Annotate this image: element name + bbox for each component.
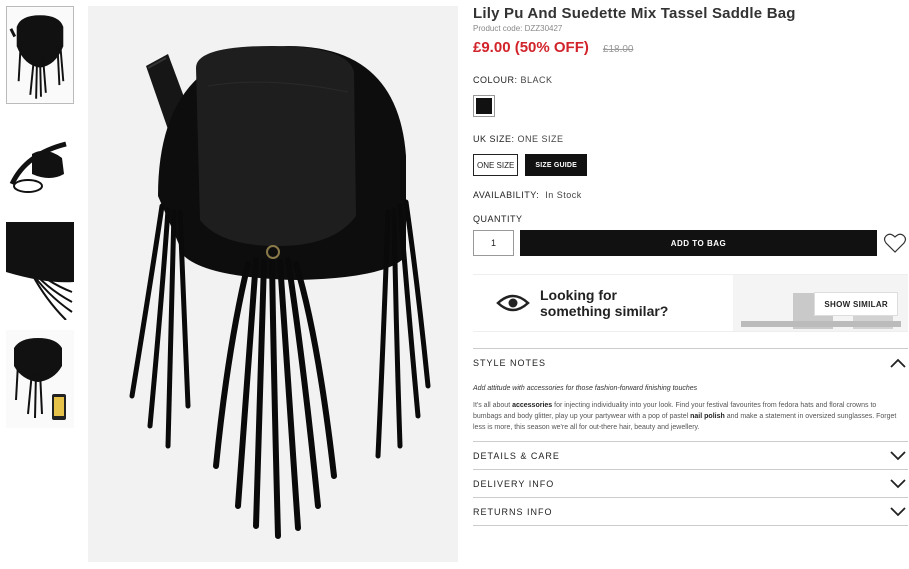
returns-info-section[interactable]: RETURNS INFO	[473, 497, 908, 526]
availability-label: AVAILABILITY:	[473, 190, 540, 200]
thumbnail-list	[6, 6, 74, 438]
accordion-title: RETURNS INFO	[473, 506, 553, 517]
product-code: Product code: DZZ30427	[473, 24, 563, 33]
thumbnail-image	[7, 7, 73, 103]
colour-swatch-black[interactable]	[473, 95, 495, 117]
thumbnail-3[interactable]	[6, 222, 74, 320]
style-notes-paragraph: It's all about accessories for injecting…	[473, 400, 905, 433]
product-details: Lily Pu And Suedette Mix Tassel Saddle B…	[473, 5, 908, 526]
similar-text: Looking for something similar?	[540, 287, 668, 319]
chevron-down-icon	[890, 450, 906, 460]
product-title: Lily Pu And Suedette Mix Tassel Saddle B…	[473, 5, 796, 22]
colour-label: COLOUR:	[473, 75, 518, 85]
size-row: UK SIZE: ONE SIZE	[473, 134, 908, 144]
thumbnail-2[interactable]	[6, 114, 74, 212]
similar-line-1: Looking for	[540, 287, 617, 303]
thumbnail-image	[6, 114, 74, 212]
chevron-down-icon	[890, 478, 906, 488]
size-option-one-size[interactable]: ONE SIZE	[473, 154, 519, 176]
delivery-info-section[interactable]: DELIVERY INFO	[473, 469, 908, 497]
thumbnail-image	[6, 222, 74, 320]
eye-icon	[496, 294, 530, 312]
quantity-row: 1 ADD TO BAG	[473, 230, 908, 256]
colour-value: BLACK	[520, 75, 553, 85]
colour-row: COLOUR: BLACK	[473, 75, 908, 85]
style-notes-tagline: Add attitude with accessories for those …	[473, 385, 698, 392]
accordion-header[interactable]: DELIVERY INFO	[473, 470, 908, 497]
similar-line-2: something similar?	[540, 303, 669, 319]
heart-icon[interactable]	[883, 232, 907, 254]
accordion-title: DETAILS & CARE	[473, 450, 560, 461]
style-notes-section: STYLE NOTES Add attitude with accessorie…	[473, 348, 908, 441]
nail-polish-link[interactable]: nail polish	[690, 413, 725, 420]
thumbnail-1[interactable]	[6, 6, 74, 104]
show-similar-button[interactable]: SHOW SIMILAR	[814, 292, 898, 316]
accordion-header[interactable]: RETURNS INFO	[473, 498, 908, 525]
size-label: UK SIZE:	[473, 134, 515, 144]
accordion-header[interactable]: DETAILS & CARE	[473, 442, 908, 469]
sale-price: £9.00 (50% OFF)	[473, 39, 589, 56]
size-value: ONE SIZE	[517, 134, 564, 144]
original-price: £18.00	[602, 44, 634, 55]
price-row: £9.00 (50% OFF) £18.00	[473, 39, 908, 56]
availability-row: AVAILABILITY: In Stock	[473, 190, 908, 200]
thumbnail-image	[6, 330, 74, 428]
style-notes-title: STYLE NOTES	[473, 357, 547, 368]
main-product-image[interactable]	[88, 6, 458, 562]
style-notes-header[interactable]: STYLE NOTES	[473, 349, 908, 376]
availability-value: In Stock	[545, 190, 582, 200]
para-part-a: It's all about	[473, 402, 513, 409]
size-options: ONE SIZE SIZE GUIDE	[473, 154, 908, 176]
style-notes-body: Add attitude with accessories for those …	[473, 376, 908, 441]
saddle-bag-image	[88, 6, 458, 562]
quantity-input[interactable]: 1	[473, 230, 514, 256]
accessories-link[interactable]: accessories	[512, 402, 552, 409]
chevron-up-icon	[890, 358, 906, 368]
size-guide-button[interactable]: SIZE GUIDE	[525, 154, 588, 176]
details-care-section[interactable]: DETAILS & CARE	[473, 441, 908, 469]
add-to-bag-button[interactable]: ADD TO BAG	[520, 230, 877, 256]
quantity-label: QUANTITY	[473, 214, 523, 224]
similar-items-banner: Looking for something similar? SHOW SIMI…	[473, 274, 908, 332]
chevron-down-icon	[890, 506, 906, 516]
accordion-title: DELIVERY INFO	[473, 478, 555, 489]
thumbnail-4[interactable]	[6, 330, 74, 428]
swatch-fill	[476, 98, 492, 114]
